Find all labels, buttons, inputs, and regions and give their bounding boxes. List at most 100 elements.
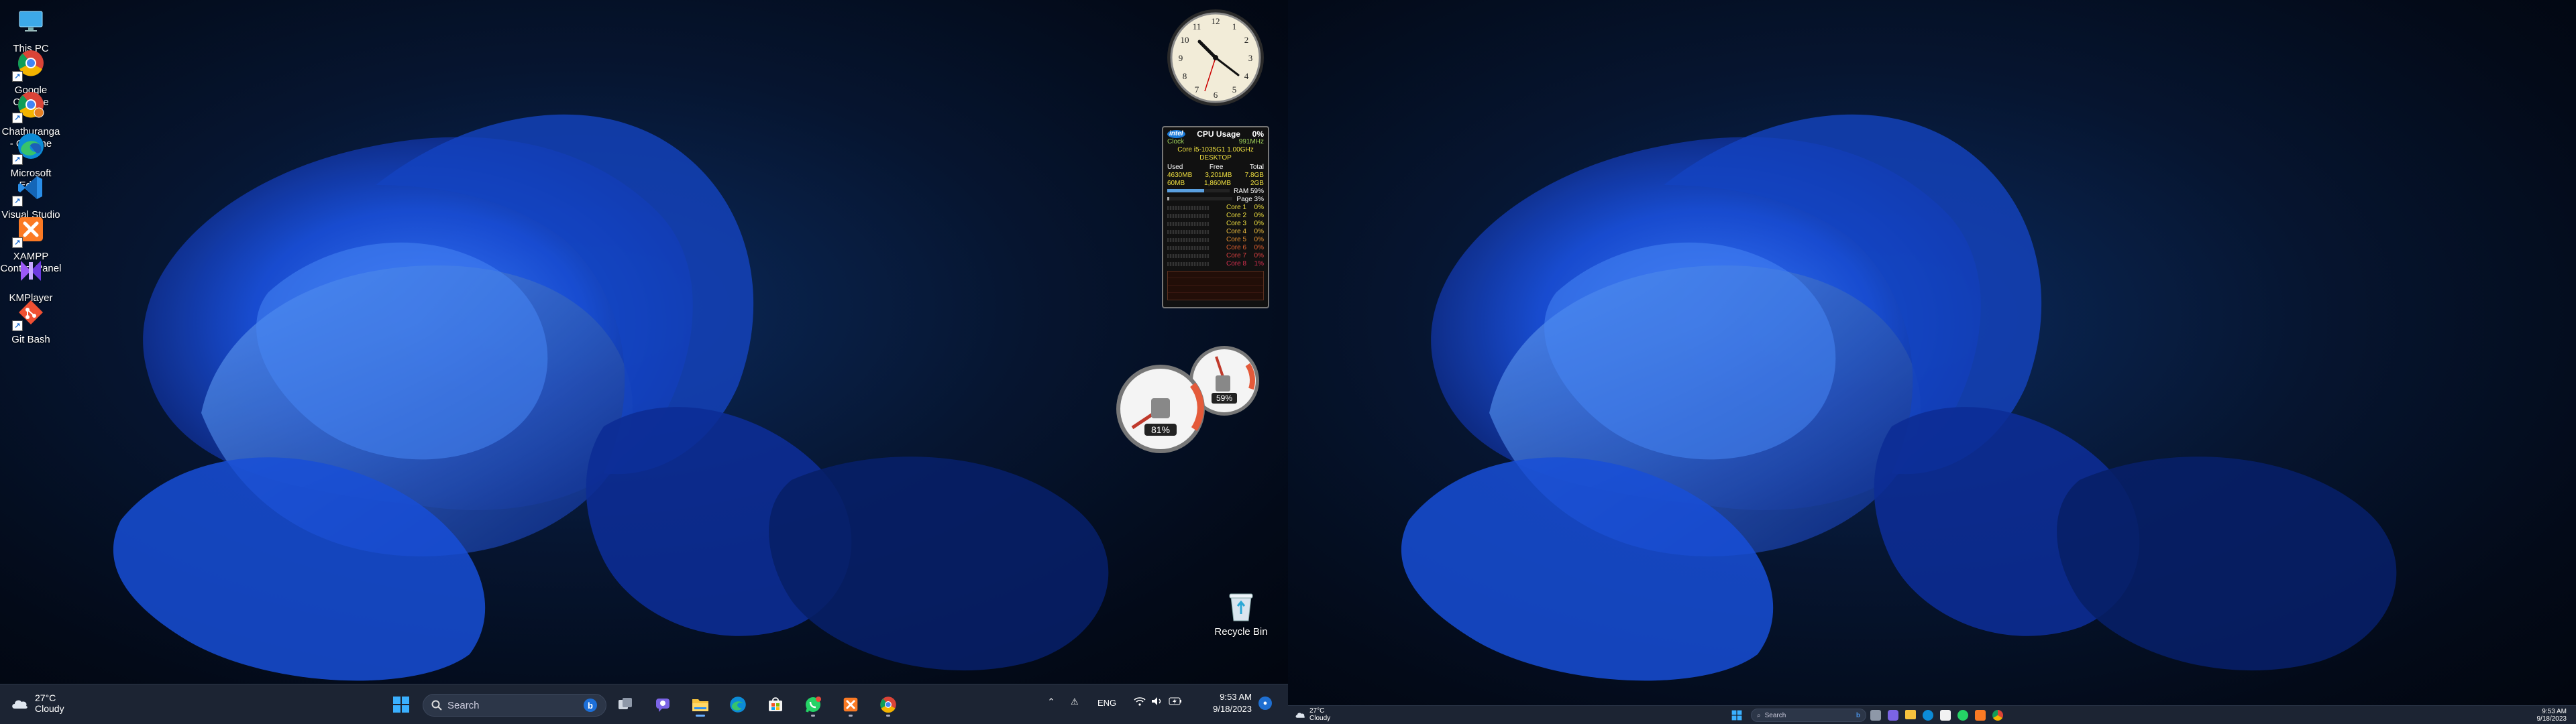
shortcut-arrow-icon: ↗ — [12, 154, 23, 165]
shortcut-arrow-icon: ↗ — [12, 196, 23, 206]
ram-label: RAM — [1233, 188, 1249, 195]
page-bar — [1167, 197, 1233, 200]
edge-icon: ↗ — [12, 127, 50, 165]
ram-pct: 59% — [1250, 188, 1264, 195]
svg-text:1: 1 — [1232, 21, 1237, 32]
core-bar — [1167, 222, 1209, 226]
search-icon — [431, 700, 442, 711]
core-bar — [1167, 214, 1209, 218]
start-button[interactable] — [1731, 709, 1743, 721]
cpu-gauge-value: 81% — [1151, 424, 1170, 435]
desktop-icon-recycle-bin[interactable]: Recycle Bin — [1208, 590, 1275, 638]
core-row: Core 3 0% — [1167, 220, 1264, 228]
cpu-memory-gauge-gadget[interactable]: 59% 81% — [1114, 342, 1261, 456]
file-explorer-icon[interactable] — [1905, 710, 1916, 719]
core-name: Core 2 — [1226, 212, 1246, 219]
tray-extra-icon[interactable]: ⚠ — [1071, 697, 1079, 707]
cpu-meter-gadget[interactable]: intel CPU Usage 0% Clock 991MHz Core i5-1… — [1162, 126, 1269, 308]
core-name: Core 1 — [1226, 204, 1246, 211]
svg-text:b: b — [588, 701, 593, 711]
clock-date-button[interactable]: 9:53 AM 9/18/2023 — [2520, 708, 2567, 723]
cloud-icon — [1295, 713, 1305, 718]
desktop-icon-git-bash[interactable]: ↗ Git Bash — [0, 294, 62, 346]
taskbar-chat[interactable] — [649, 691, 676, 718]
intel-logo: intel — [1167, 130, 1185, 138]
start-button[interactable] — [388, 691, 415, 718]
store-icon[interactable] — [1940, 710, 1951, 721]
core-row: Core 2 0% — [1167, 212, 1264, 220]
core-bar — [1167, 206, 1209, 210]
search-input[interactable]: Search b — [423, 694, 606, 717]
taskbar-time: 9:53 AM — [1220, 692, 1252, 702]
chrome-icon: ↗ — [12, 44, 50, 82]
wifi-icon[interactable] — [1134, 697, 1146, 706]
search-input[interactable]: ⌕ Search b — [1751, 709, 1866, 722]
core-bar — [1167, 262, 1209, 266]
core-name: Core 3 — [1226, 220, 1246, 227]
task-view-icon[interactable] — [1870, 710, 1881, 721]
taskbar-chrome[interactable] — [875, 691, 902, 718]
whatsapp-icon[interactable] — [1957, 710, 1968, 721]
taskbar-xampp[interactable] — [837, 691, 864, 718]
notification-badge[interactable]: ● — [1258, 697, 1272, 710]
xampp-icon — [843, 697, 858, 712]
weather-temp: 27°C — [35, 692, 56, 703]
weather-widget[interactable]: 27°C Cloudy — [1295, 707, 1330, 722]
page-label: Page — [1236, 196, 1252, 203]
svg-text:12: 12 — [1212, 16, 1220, 26]
core-pct: 0% — [1254, 220, 1264, 227]
shortcut-arrow-icon: ↗ — [12, 113, 23, 123]
clock-value: 991MHz — [1238, 138, 1264, 145]
core-pct: 0% — [1254, 204, 1264, 211]
shortcut-arrow-icon: ↗ — [12, 320, 23, 331]
task-view-icon — [619, 698, 632, 709]
chrome-icon[interactable] — [1992, 710, 2003, 721]
clock-date-button[interactable]: 9:53 AM 9/18/2023 — [1198, 691, 1252, 715]
git-bash-icon: ↗ — [12, 294, 50, 331]
desktop-wallpaper[interactable] — [1288, 0, 2576, 705]
taskbar-store[interactable] — [762, 691, 789, 718]
core-name: Core 6 — [1226, 244, 1246, 251]
chat-icon[interactable] — [1888, 710, 1898, 721]
taskbar-edge[interactable] — [724, 691, 751, 718]
svg-text:7: 7 — [1195, 84, 1199, 95]
weather-condition: Cloudy — [35, 703, 64, 714]
weather-widget[interactable]: 27°C Cloudy — [11, 692, 64, 714]
taskbar-file-explorer[interactable] — [687, 691, 714, 718]
edge-icon[interactable] — [1923, 710, 1933, 721]
core-pct: 1% — [1254, 260, 1264, 267]
xampp-icon: ↗ — [12, 210, 50, 248]
search-icon: ⌕ — [1757, 711, 1761, 719]
wallpaper-bloom — [113, 114, 1109, 681]
wallpaper-bloom — [1401, 114, 2397, 681]
desktop-icon-label: Git Bash — [11, 334, 50, 345]
taskbar: 27°C Cloudy Search b ⌃ ⚠ ENG 9:53 AM 9/1… — [0, 684, 1288, 724]
core-row: Core 5 0% — [1167, 236, 1264, 244]
volume-icon[interactable] — [1151, 697, 1163, 706]
cpu-usage-title: CPU Usage — [1197, 129, 1240, 139]
core-name: Core 5 — [1226, 236, 1246, 243]
taskbar-whatsapp[interactable] — [800, 691, 826, 718]
svg-text:3: 3 — [1248, 53, 1253, 63]
svg-text:5: 5 — [1232, 84, 1237, 95]
battery-icon[interactable] — [1169, 697, 1182, 706]
core-row: Core 6 0% — [1167, 244, 1264, 252]
clock-gadget[interactable]: 12 12 3 45 6 78 9 10 11 — [1165, 7, 1267, 109]
cpu-gauge: 81% — [1116, 365, 1205, 453]
core-name: Core 4 — [1226, 228, 1246, 235]
start-icon — [1731, 710, 1742, 721]
core-row: Core 1 0% — [1167, 204, 1264, 212]
show-hidden-icons-button[interactable]: ⌃ — [1044, 697, 1059, 707]
cpu-usage-value: 0% — [1252, 129, 1264, 139]
core-row: Core 8 1% — [1167, 260, 1264, 268]
taskbar-task-view[interactable] — [612, 691, 639, 718]
language-indicator[interactable]: ENG — [1097, 698, 1116, 708]
core-list: Core 1 0% Core 2 0% Core 3 0% Core 4 0% Core 5 0%… — [1167, 204, 1264, 268]
desktop-wallpaper[interactable] — [0, 0, 1288, 684]
taskbar-time: 9:53 AM — [2542, 708, 2567, 715]
core-bar — [1167, 254, 1209, 258]
start-icon — [393, 697, 409, 713]
svg-text:4: 4 — [1244, 71, 1249, 81]
xampp-icon[interactable] — [1975, 710, 1986, 721]
weather-temp: 27°C — [1309, 707, 1325, 715]
